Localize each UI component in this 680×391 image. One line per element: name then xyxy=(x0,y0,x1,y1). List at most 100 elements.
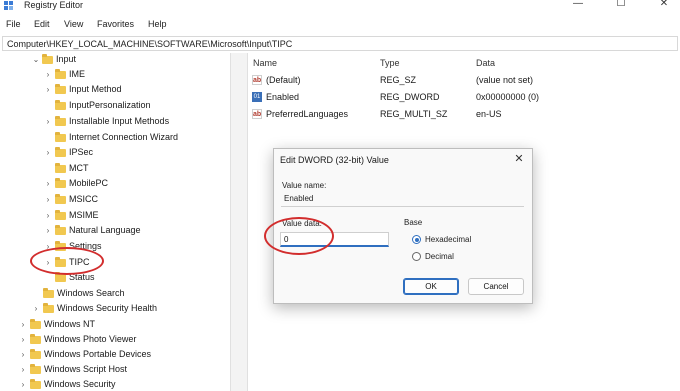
registry-editor-icon xyxy=(4,1,13,10)
folder-icon xyxy=(30,364,41,374)
tree-item-label: MSIME xyxy=(69,210,99,220)
tree-item-mobilepc[interactable]: › MobilePC xyxy=(0,177,220,192)
key-tree[interactable]: ⌄ Input › IME › Input Method InputPerson… xyxy=(0,53,230,391)
chevron-right-icon[interactable]: › xyxy=(44,147,52,159)
chevron-right-icon[interactable]: › xyxy=(44,84,52,96)
chevron-right-icon[interactable]: › xyxy=(19,334,27,346)
ok-button[interactable]: OK xyxy=(403,278,459,295)
chevron-right-icon[interactable]: › xyxy=(19,364,27,376)
chevron-right-icon[interactable]: › xyxy=(44,225,52,237)
tree-item-label: Input Method xyxy=(69,84,122,94)
tree-item-windows-search[interactable]: Windows Search xyxy=(0,287,220,302)
chevron-right-icon[interactable]: › xyxy=(44,178,52,190)
window-title: Registry Editor xyxy=(24,0,84,10)
decimal-label: Decimal xyxy=(425,252,454,261)
column-header-type[interactable]: Type xyxy=(380,58,400,68)
value-name-field: Enabled xyxy=(281,194,524,207)
dialog-close-button[interactable]: ✕ xyxy=(512,152,526,166)
value-row[interactable]: 01 Enabled REG_DWORD 0x00000000 (0) xyxy=(248,90,680,106)
column-header-data[interactable]: Data xyxy=(476,58,495,68)
column-header-name[interactable]: Name xyxy=(253,58,277,68)
tree-item-inputpersonalization[interactable]: InputPersonalization xyxy=(0,99,220,114)
tree-item-windows-security-health[interactable]: › Windows Security Health xyxy=(0,302,220,317)
tree-item-label: Windows Security xyxy=(44,379,116,389)
tree-item-label: Installable Input Methods xyxy=(69,116,170,126)
chevron-right-icon[interactable]: › xyxy=(19,319,27,331)
value-type: REG_SZ xyxy=(380,75,417,85)
folder-icon xyxy=(30,379,41,389)
folder-icon xyxy=(42,54,53,64)
folder-icon xyxy=(55,100,66,110)
tree-item-ime[interactable]: › IME xyxy=(0,68,220,83)
value-name-label: Value name: xyxy=(282,181,327,190)
menu-favorites[interactable]: Favorites xyxy=(97,19,134,29)
menu-file[interactable]: File xyxy=(6,19,21,29)
base-label: Base xyxy=(404,218,423,227)
chevron-right-icon[interactable]: › xyxy=(44,116,52,128)
tree-item-natural-language[interactable]: › Natural Language xyxy=(0,224,220,239)
chevron-right-icon[interactable]: › xyxy=(32,303,40,315)
hexadecimal-radio[interactable] xyxy=(412,235,421,244)
chevron-down-icon[interactable]: ⌄ xyxy=(32,54,40,66)
tree-item-msicc[interactable]: › MSICC xyxy=(0,193,220,208)
folder-icon xyxy=(55,116,66,126)
tree-item-windows-photo-viewer[interactable]: › Windows Photo Viewer xyxy=(0,333,220,348)
title-bar: Registry Editor — ☐ ✕ xyxy=(0,0,680,14)
tree-item-label: Input xyxy=(56,54,77,64)
tree-item-windows-portable-devices[interactable]: › Windows Portable Devices xyxy=(0,348,220,363)
close-window-button[interactable]: ✕ xyxy=(651,0,677,11)
string-value-icon: ab xyxy=(252,75,262,85)
menu-edit[interactable]: Edit xyxy=(34,19,50,29)
tree-item-ipsec[interactable]: › IPSec xyxy=(0,146,220,161)
folder-icon xyxy=(30,319,41,329)
tree-item-windows-script-host[interactable]: › Windows Script Host xyxy=(0,363,220,378)
address-bar[interactable]: Computer\HKEY_LOCAL_MACHINE\SOFTWARE\Mic… xyxy=(2,36,678,51)
pane-splitter[interactable] xyxy=(230,53,248,391)
tree-item-label: MobilePC xyxy=(69,178,109,188)
tree-item-label: Windows Security Health xyxy=(57,303,158,313)
folder-icon xyxy=(55,194,66,204)
maximize-button[interactable]: ☐ xyxy=(608,0,634,11)
value-row[interactable]: ab PreferredLanguages REG_MULTI_SZ en-US xyxy=(248,107,680,123)
tree-item-status[interactable]: Status xyxy=(0,271,220,286)
folder-icon xyxy=(43,303,54,313)
menu-help[interactable]: Help xyxy=(148,19,167,29)
chevron-right-icon[interactable]: › xyxy=(19,349,27,361)
tree-item-windows-security[interactable]: › Windows Security xyxy=(0,378,220,391)
tree-item-internet-connection-wizard[interactable]: Internet Connection Wizard xyxy=(0,131,220,146)
tree-item-installable-input-methods[interactable]: › Installable Input Methods xyxy=(0,115,220,130)
folder-icon xyxy=(55,210,66,220)
address-path: Computer\HKEY_LOCAL_MACHINE\SOFTWARE\Mic… xyxy=(7,39,293,49)
tree-item-input-method[interactable]: › Input Method xyxy=(0,83,220,98)
menu-view[interactable]: View xyxy=(64,19,83,29)
tree-item-settings[interactable]: › Settings xyxy=(0,240,220,255)
value-row[interactable]: ab (Default) REG_SZ (value not set) xyxy=(248,73,680,89)
folder-icon xyxy=(55,147,66,157)
tree-item-windows-nt[interactable]: › Windows NT xyxy=(0,318,220,333)
folder-icon xyxy=(55,178,66,188)
chevron-right-icon[interactable]: › xyxy=(19,379,27,391)
value-data-annotation-circle xyxy=(264,217,334,255)
tree-item-label: MSICC xyxy=(69,194,98,204)
tree-item-label: InputPersonalization xyxy=(69,100,151,110)
tree-item-label: Windows Portable Devices xyxy=(44,349,152,359)
tree-item-input[interactable]: ⌄ Input xyxy=(0,53,220,68)
chevron-right-icon[interactable]: › xyxy=(44,210,52,222)
decimal-radio[interactable] xyxy=(412,252,421,261)
chevron-right-icon[interactable]: › xyxy=(44,194,52,206)
hexadecimal-label: Hexadecimal xyxy=(425,235,472,244)
value-name: PreferredLanguages xyxy=(266,109,349,119)
tree-item-label: Windows Search xyxy=(57,288,125,298)
folder-icon xyxy=(30,334,41,344)
value-name: Enabled xyxy=(266,92,300,102)
menu-bar: File Edit View Favorites Help xyxy=(0,17,680,33)
folder-icon xyxy=(55,225,66,235)
chevron-right-icon[interactable]: › xyxy=(44,69,52,81)
value-data: en-US xyxy=(476,109,502,119)
tree-item-mct[interactable]: MCT xyxy=(0,162,220,177)
cancel-button[interactable]: Cancel xyxy=(468,278,524,295)
tree-item-msime[interactable]: › MSIME xyxy=(0,209,220,224)
tree-item-label: Windows Photo Viewer xyxy=(44,334,137,344)
base-group: Base Hexadecimal Decimal xyxy=(400,218,524,263)
minimize-button[interactable]: — xyxy=(565,0,591,11)
